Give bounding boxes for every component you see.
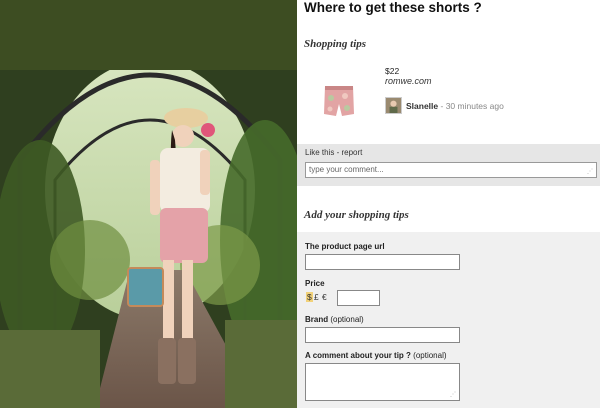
- tip-author-line: Slanelle - 30 minutes ago: [406, 101, 504, 111]
- comment-bar: Like this - report type your comment... …: [297, 144, 600, 186]
- like-report-links[interactable]: Like this - report: [305, 148, 362, 157]
- tip-shop-link[interactable]: romwe.com: [385, 76, 432, 86]
- tip-author-name[interactable]: Slanelle: [406, 101, 438, 111]
- shopping-panel: Where to get these shorts ? Shopping tip…: [297, 0, 600, 408]
- comment-placeholder: type your comment...: [309, 165, 384, 174]
- url-label: The product page url: [305, 242, 385, 251]
- comment-label-text: A comment about your tip ?: [305, 351, 411, 360]
- resize-grip-icon[interactable]: ⋰: [450, 391, 456, 398]
- brand-label-text: Brand: [305, 315, 329, 324]
- brand-label: Brand (optional): [305, 315, 364, 324]
- resize-grip-icon[interactable]: ⋰: [587, 168, 593, 175]
- tip-comment-textarea[interactable]: ⋰: [305, 363, 460, 401]
- shopping-tips-heading: Shopping tips: [304, 38, 367, 50]
- product-thumbnail[interactable]: [323, 84, 355, 118]
- currency-euro[interactable]: €: [322, 292, 327, 302]
- comment-input[interactable]: type your comment... ⋰: [305, 162, 597, 178]
- tip-price: $22: [385, 66, 400, 76]
- user-avatar[interactable]: [385, 97, 402, 114]
- brand-input[interactable]: [305, 327, 460, 343]
- price-input[interactable]: [337, 290, 380, 306]
- outfit-photo-illustration: [0, 0, 297, 408]
- comment-label: A comment about your tip ? (optional): [305, 351, 447, 360]
- currency-pound[interactable]: £: [314, 292, 319, 302]
- brand-optional: (optional): [330, 315, 364, 324]
- tip-time: - 30 minutes ago: [440, 101, 504, 111]
- url-input[interactable]: [305, 254, 460, 270]
- outfit-photo: [0, 0, 297, 408]
- price-label: Price: [305, 279, 325, 288]
- comment-optional: (optional): [413, 351, 447, 360]
- currency-dollar[interactable]: $: [306, 292, 313, 302]
- page-title: Where to get these shorts ?: [304, 0, 482, 15]
- add-tips-heading: Add your shopping tips: [304, 209, 409, 221]
